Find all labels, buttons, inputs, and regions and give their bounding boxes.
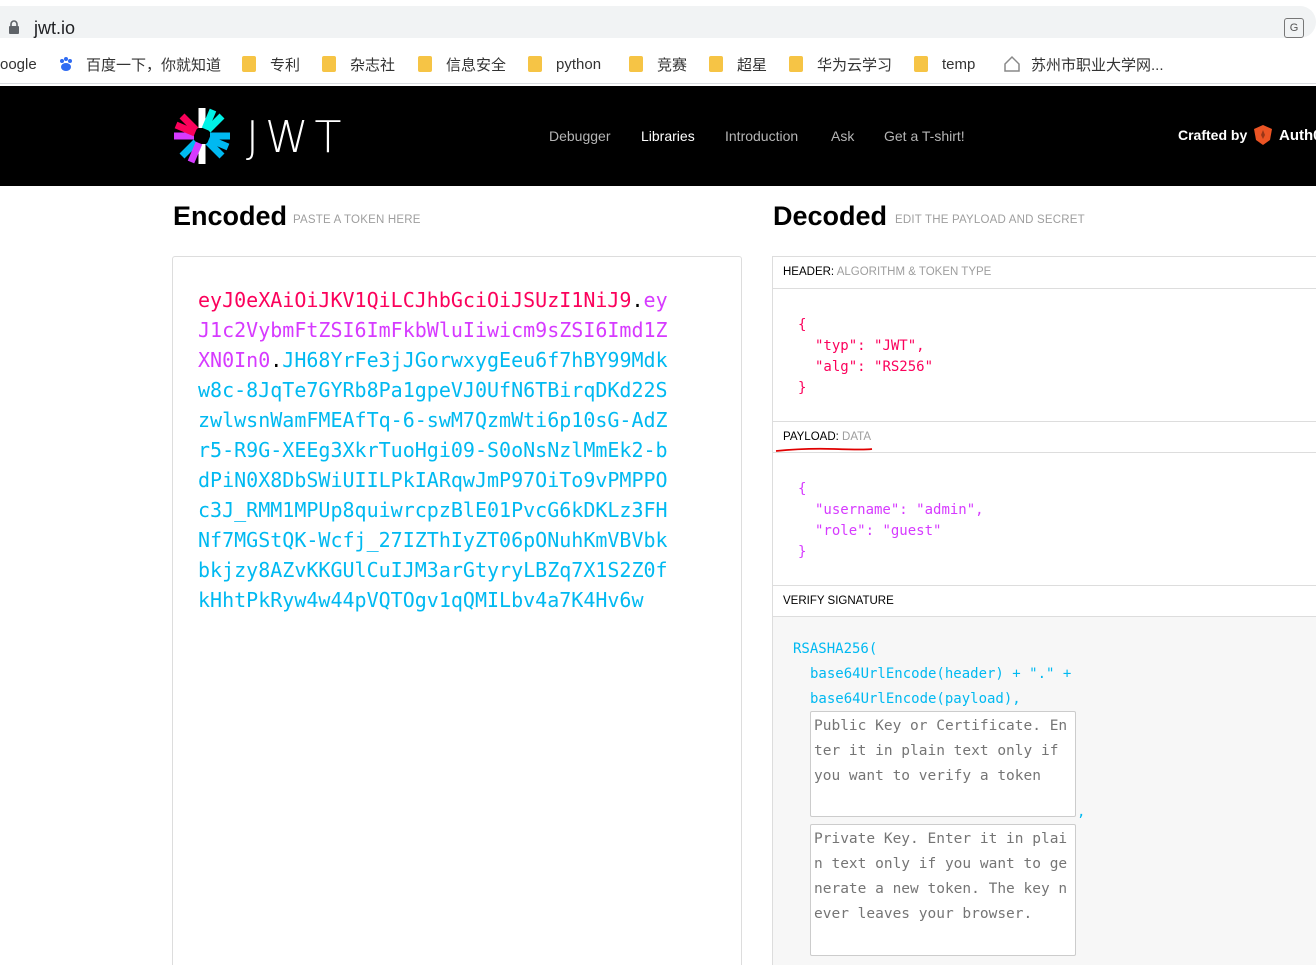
nav-ask[interactable]: Ask	[831, 128, 854, 144]
token-header-part: eyJ0eXAiOiJKV1QiLCJhbGciOiJSUzI1NiJ9	[198, 288, 632, 312]
bookmark-google[interactable]: oogle	[0, 54, 37, 74]
encoded-title: Encoded	[173, 201, 288, 231]
bookmark-label: 竞赛	[657, 56, 688, 74]
baidu-paw-icon	[60, 57, 72, 71]
json-line-typ: "typ": "JWT",	[815, 338, 925, 354]
bookmark-folder-patent[interactable]: 专利	[242, 54, 300, 74]
json-line-alg: "alg": "RS256"	[815, 359, 934, 375]
bookmark-label: oogle	[0, 55, 37, 73]
auth0-shield-icon[interactable]	[1252, 124, 1274, 146]
token-dot: .	[631, 288, 644, 312]
nav-introduction[interactable]: Introduction	[725, 128, 798, 144]
json-line-role: "role": "guest"	[815, 523, 942, 539]
encoded-subtitle: PASTE A TOKEN HERE	[293, 214, 421, 226]
private-key-input[interactable]	[810, 824, 1076, 956]
decoded-panel: HEADER: ALGORITHM & TOKEN TYPE { "typ": …	[772, 256, 1316, 965]
bookmark-folder-security[interactable]: 信息安全	[418, 54, 506, 74]
folder-icon	[629, 56, 643, 72]
folder-icon	[709, 56, 723, 72]
url-field[interactable]: jwt.io G	[0, 6, 1316, 38]
nav-tshirt[interactable]: Get a T-shirt!	[884, 128, 965, 144]
lock-icon	[9, 20, 19, 34]
bookmark-folder-magazine[interactable]: 杂志社	[322, 54, 395, 74]
bookmark-label: python	[556, 55, 602, 73]
bookmark-label: 超星	[737, 56, 768, 74]
nav-libraries[interactable]: Libraries	[641, 128, 695, 144]
bookmark-label: 信息安全	[446, 56, 507, 74]
brace-close: }	[798, 544, 807, 560]
folder-icon	[322, 56, 336, 72]
bookmark-baidu[interactable]: 百度一下，你就知道	[58, 54, 221, 74]
verify-signature-area: RSASHA256( base64UrlEncode(header) + "."…	[773, 617, 1316, 965]
bookmark-folder-huawei[interactable]: 华为云学习	[789, 54, 892, 74]
folder-icon	[914, 56, 928, 72]
header-section-title: HEADER: ALGORITHM & TOKEN TYPE	[773, 257, 1316, 289]
json-line-username: "username": "admin",	[815, 502, 984, 518]
auth0-brand[interactable]: Auth0	[1279, 127, 1316, 144]
verify-section-title: VERIFY SIGNATURE	[773, 585, 1316, 617]
site-header: JWT Debugger Libraries Introduction Ask …	[0, 86, 1316, 186]
jwt-logo-text: JWT	[246, 112, 348, 163]
bookmark-folder-python[interactable]: python	[528, 54, 601, 74]
bookmarks-bar: oogle 百度一下，你就知道 专利 杂志社 信息安全 python 竞赛 超星…	[0, 44, 1316, 84]
encoded-token-editor[interactable]: eyJ0eXAiOiJKV1QiLCJhbGciOiJSUzI1NiJ9.eyJ…	[172, 256, 742, 965]
nav-debugger[interactable]: Debugger	[549, 128, 611, 144]
decoded-title: Decoded	[773, 201, 888, 231]
sig-header-line: base64UrlEncode(header) + "." +	[810, 666, 1072, 682]
token-text[interactable]: eyJ0eXAiOiJKV1QiLCJhbGciOiJSUzI1NiJ9.eyJ…	[198, 285, 678, 615]
house-icon	[1004, 55, 1020, 72]
folder-icon	[528, 56, 542, 72]
payload-json-editor[interactable]: { "username": "admin", "role": "guest" }	[798, 479, 984, 563]
folder-icon	[418, 56, 432, 72]
bookmark-label: 杂志社	[350, 56, 396, 74]
jwt-logo-icon[interactable]	[172, 106, 232, 166]
folder-icon	[242, 56, 256, 72]
bookmark-folder-contest[interactable]: 竞赛	[629, 54, 687, 74]
red-underline-annotation	[775, 447, 873, 452]
public-key-input[interactable]	[810, 711, 1076, 817]
bookmark-folder-chaoxing[interactable]: 超星	[709, 54, 767, 74]
token-dot: .	[270, 348, 283, 372]
bookmark-label: 百度一下，你就知道	[86, 56, 222, 74]
bookmark-folder-temp[interactable]: temp	[914, 54, 975, 74]
token-signature-part: JH68YrFe3jJGorwxygEeu6f7hBY99Mdkw8c-8JqT…	[198, 348, 668, 612]
browser-address-bar: jwt.io G	[0, 0, 1316, 44]
bookmark-label: 专利	[270, 56, 301, 74]
brace-open: {	[798, 481, 807, 497]
sig-comma: ,	[1077, 804, 1086, 820]
translate-icon[interactable]: G	[1284, 18, 1304, 38]
sig-payload-line: base64UrlEncode(payload),	[810, 691, 1021, 707]
brace-open: {	[798, 317, 807, 333]
bookmark-suzhou-university[interactable]: 苏州市职业大学网...	[1003, 54, 1164, 74]
header-json-editor[interactable]: { "typ": "JWT", "alg": "RS256" }	[798, 315, 933, 399]
decoded-subtitle: EDIT THE PAYLOAD AND SECRET	[895, 214, 1085, 226]
bookmark-label: 华为云学习	[817, 56, 893, 74]
url-text: jwt.io	[34, 18, 76, 38]
bookmark-label: temp	[942, 55, 976, 73]
sig-function: RSASHA256(	[793, 641, 878, 657]
folder-icon	[789, 56, 803, 72]
bookmark-label: 苏州市职业大学网...	[1031, 56, 1164, 74]
crafted-by-label: Crafted by	[1178, 127, 1248, 143]
brace-close: }	[798, 380, 807, 396]
